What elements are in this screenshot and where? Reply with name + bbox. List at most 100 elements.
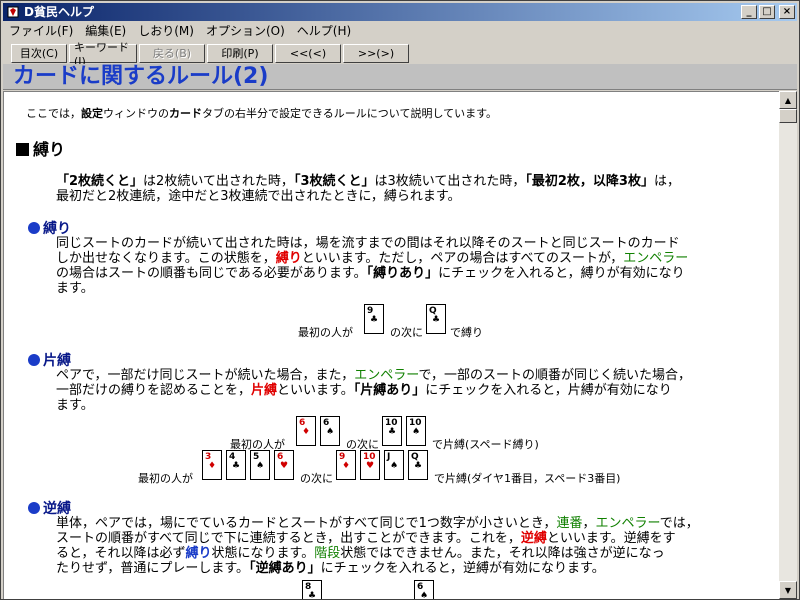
shibari-link[interactable]: 縛り xyxy=(185,546,211,561)
spade-suit-icon: ♠ xyxy=(412,427,421,437)
bullet-dot-icon xyxy=(28,354,40,366)
kata-l2e: にチェックを入れると，片縛が有効になり xyxy=(425,383,672,398)
heart-suit-icon: ♥ xyxy=(366,461,375,471)
gyaku-l3c: 状態になります。 xyxy=(211,546,315,561)
vertical-scrollbar[interactable]: ▲ ▼ xyxy=(779,91,797,599)
close-icon: × xyxy=(782,6,792,17)
gyaku-l1a: 単体，ペアでは，場にでているカードとスートがすべて同じで1つ数字が小さいとき， xyxy=(56,516,557,531)
gyakushibari-term: 逆縛 xyxy=(520,531,547,546)
kata-row2-caption-1: 最初の人が xyxy=(138,472,193,485)
spade-suit-icon: ♠ xyxy=(256,461,265,471)
card-j-spades: J ♠ xyxy=(384,450,404,480)
menu-bookmark[interactable]: しおり(M) xyxy=(132,22,200,41)
emperor-link[interactable]: エンペラー xyxy=(595,516,659,531)
gyaku-l1e: では， xyxy=(659,516,699,531)
arrow-up-icon: ▲ xyxy=(784,95,792,105)
subsection-katashibari-title: 片縛 xyxy=(43,353,71,369)
kaidan-link[interactable]: 階段 xyxy=(314,546,340,561)
gyaku-l1c: ， xyxy=(582,516,596,531)
emperor-link[interactable]: エンペラー xyxy=(354,368,418,383)
renban-link[interactable]: 連番 xyxy=(556,516,582,531)
diamond-suit-icon: ♦ xyxy=(208,461,217,471)
card-9-clubs: 9 ♣ xyxy=(364,304,384,334)
kata-row2-caption-2: の次に xyxy=(300,472,333,485)
page-title: カードに関するルール(2) xyxy=(13,64,269,89)
next-button[interactable]: >>(>) xyxy=(343,43,409,63)
club-suit-icon: ♣ xyxy=(308,591,317,600)
diamond-suit-icon: ♦ xyxy=(302,427,311,437)
card-q-clubs: Q ♣ xyxy=(426,304,446,334)
title-bar[interactable]: D貧民ヘルプ _ □ × xyxy=(3,3,797,21)
minimize-button[interactable]: _ xyxy=(741,5,757,19)
arrow-down-icon: ▼ xyxy=(784,585,792,595)
shibari-text: 同じスートのカードが続いて出された時は，場を流すまでの間はそれ以降そのスートと同… xyxy=(56,236,756,296)
spade-suit-icon: ♠ xyxy=(326,427,335,437)
print-button[interactable]: 印刷(P) xyxy=(207,43,273,63)
card-5-spades: 5 ♠ xyxy=(250,450,270,480)
section-heading: 縛り xyxy=(16,136,65,160)
overview-t4: は3枚続いて出された時， xyxy=(374,174,526,189)
kata-row2-caption-3: で片縛(ダイヤ1番目，スペード3番目) xyxy=(434,472,621,485)
card-6-spades-2: 6 ♠ xyxy=(414,580,434,599)
overview-t1: 「2枚続くと」 xyxy=(56,174,144,189)
spade-suit-icon: ♠ xyxy=(420,591,429,600)
intro-pre: ここでは， xyxy=(26,107,81,120)
minimize-icon: _ xyxy=(746,6,752,17)
menu-file[interactable]: ファイル(F) xyxy=(3,22,79,41)
card-10-hearts: 10 ♥ xyxy=(360,450,380,480)
square-bullet-icon xyxy=(16,143,29,156)
help-book-icon xyxy=(6,5,20,19)
previous-button[interactable]: <<(<) xyxy=(275,43,341,63)
shibari-l2c: といいます。ただし，ペアの場合はすべてのスートが， xyxy=(301,251,624,266)
help-content: ここでは，設定ウィンドウのカードタブの右半分で設定できるルールについて説明してい… xyxy=(3,91,779,599)
kata-l3: ます。 xyxy=(56,398,94,413)
gyaku-l2c: といいます。逆縛をす xyxy=(546,531,676,546)
card-10-spades: 10 ♠ xyxy=(406,416,426,446)
overview-text: 「2枚続くと」は2枚続いて出された時，「3枚続くと」は3枚続いて出された時，「最… xyxy=(56,174,766,204)
club-suit-icon: ♣ xyxy=(432,315,441,325)
heart-suit-icon: ♥ xyxy=(280,461,289,471)
scroll-up-button[interactable]: ▲ xyxy=(779,91,797,109)
scroll-thumb[interactable] xyxy=(779,109,797,123)
menu-options[interactable]: オプション(O) xyxy=(200,22,291,41)
shibari-caption-3: で縛り xyxy=(450,326,483,339)
maximize-button[interactable]: □ xyxy=(759,5,775,19)
window-title: D貧民ヘルプ xyxy=(24,5,94,19)
gyaku-l4a: たりせず，普通にプレーします。 xyxy=(56,561,250,576)
card-6-diamonds: 6 ♦ xyxy=(296,416,316,446)
back-button[interactable]: 戻る(B) xyxy=(139,43,205,63)
intro-mid: ウィンドウの xyxy=(103,107,169,120)
card-10-clubs: 10 ♣ xyxy=(382,416,402,446)
subsection-gyakushibari-heading: 逆縛 xyxy=(28,498,71,518)
shibari-option: 「縛りあり」 xyxy=(366,266,439,281)
kata-l2c: といいます。 xyxy=(277,383,354,398)
keyword-button[interactable]: キーワード(I) xyxy=(69,41,137,68)
close-button[interactable]: × xyxy=(779,5,795,19)
intro-post: タブの右半分で設定できるルールについて説明しています。 xyxy=(202,107,498,120)
spade-suit-icon: ♠ xyxy=(390,461,399,471)
kata-l1a: ペアで，一部だけ同じスートが続いた場合，また， xyxy=(56,368,355,383)
card-4-clubs: 4 ♣ xyxy=(226,450,246,480)
subsection-shibari-title: 縛り xyxy=(43,221,71,237)
card-3-diamonds: 3 ♦ xyxy=(202,450,222,480)
club-suit-icon: ♣ xyxy=(370,315,379,325)
menu-help[interactable]: ヘルプ(H) xyxy=(291,22,357,41)
overview-t3: 「3枚続くと」 xyxy=(293,174,375,189)
scroll-down-button[interactable]: ▼ xyxy=(779,581,797,599)
card-6-hearts: 6 ♥ xyxy=(274,450,294,480)
shibari-term: 縛り xyxy=(275,251,302,266)
intro-card: カード xyxy=(169,107,202,120)
shibari-l2a: しか出せなくなります。この状態を， xyxy=(56,251,276,266)
gyaku-l2a: スートの順番がすべて同じで下に連続するとき，出すことができます。これを， xyxy=(56,531,521,546)
gyakushibari-option: 「逆縛あり」 xyxy=(249,561,321,576)
club-suit-icon: ♣ xyxy=(232,461,241,471)
overview-t6: は， xyxy=(653,174,680,189)
shibari-l3a: の場合はスートの順番も同じである必要があります。 xyxy=(56,266,367,281)
shibari-l4: ます。 xyxy=(56,281,94,296)
contents-button[interactable]: 目次(C) xyxy=(11,43,67,63)
diamond-suit-icon: ♦ xyxy=(342,461,351,471)
kata-l1c: で，一部のスートの順番が同じく続いた場合， xyxy=(418,368,691,383)
emperor-link[interactable]: エンペラー xyxy=(623,251,688,266)
gyaku-l3e: 状態ではできません。また，それ以降は強さが逆になっ xyxy=(340,546,665,561)
katashibari-term: 片縛 xyxy=(251,383,278,398)
